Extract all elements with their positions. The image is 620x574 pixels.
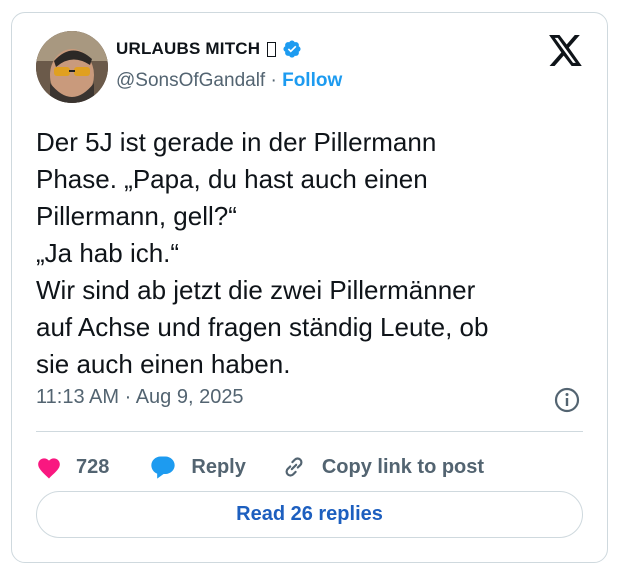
reply-label: Reply bbox=[191, 455, 246, 478]
copy-link-button[interactable]: Copy link to post bbox=[280, 454, 484, 480]
x-logo-icon[interactable] bbox=[549, 35, 583, 66]
action-bar: 728 Reply Copy link to post bbox=[36, 447, 518, 487]
avatar[interactable] bbox=[36, 31, 108, 103]
heart-icon bbox=[38, 458, 60, 479]
divider bbox=[36, 431, 583, 432]
display-name[interactable]: URLAUBS MITCH bbox=[116, 39, 260, 59]
reply-button[interactable]: Reply bbox=[149, 454, 246, 480]
copy-link-label: Copy link to post bbox=[321, 455, 485, 478]
read-replies-button[interactable]: Read 26 replies bbox=[36, 491, 583, 538]
emoji-placeholder-icon bbox=[267, 41, 277, 57]
verified-badge-icon bbox=[283, 40, 301, 58]
handle[interactable]: @SonsOfGandalf bbox=[116, 70, 265, 91]
like-button[interactable]: 728 bbox=[36, 455, 109, 479]
link-icon bbox=[285, 457, 303, 477]
read-replies-label: Read 26 replies bbox=[236, 503, 383, 525]
like-count: 728 bbox=[76, 455, 110, 478]
tweet-card: URLAUBS MITCH @SonsOfGandalf · Follow De… bbox=[11, 12, 608, 563]
follow-link[interactable]: Follow bbox=[282, 70, 342, 91]
separator: · bbox=[270, 70, 277, 91]
handle-row: @SonsOfGandalf · Follow bbox=[116, 70, 342, 92]
info-icon[interactable] bbox=[553, 386, 581, 414]
timestamp[interactable]: 11:13 AM · Aug 9, 2025 bbox=[36, 386, 244, 409]
reply-bubble-icon bbox=[151, 456, 176, 479]
tweet-text: Der 5J ist gerade in der Pillermann Phas… bbox=[36, 127, 489, 379]
